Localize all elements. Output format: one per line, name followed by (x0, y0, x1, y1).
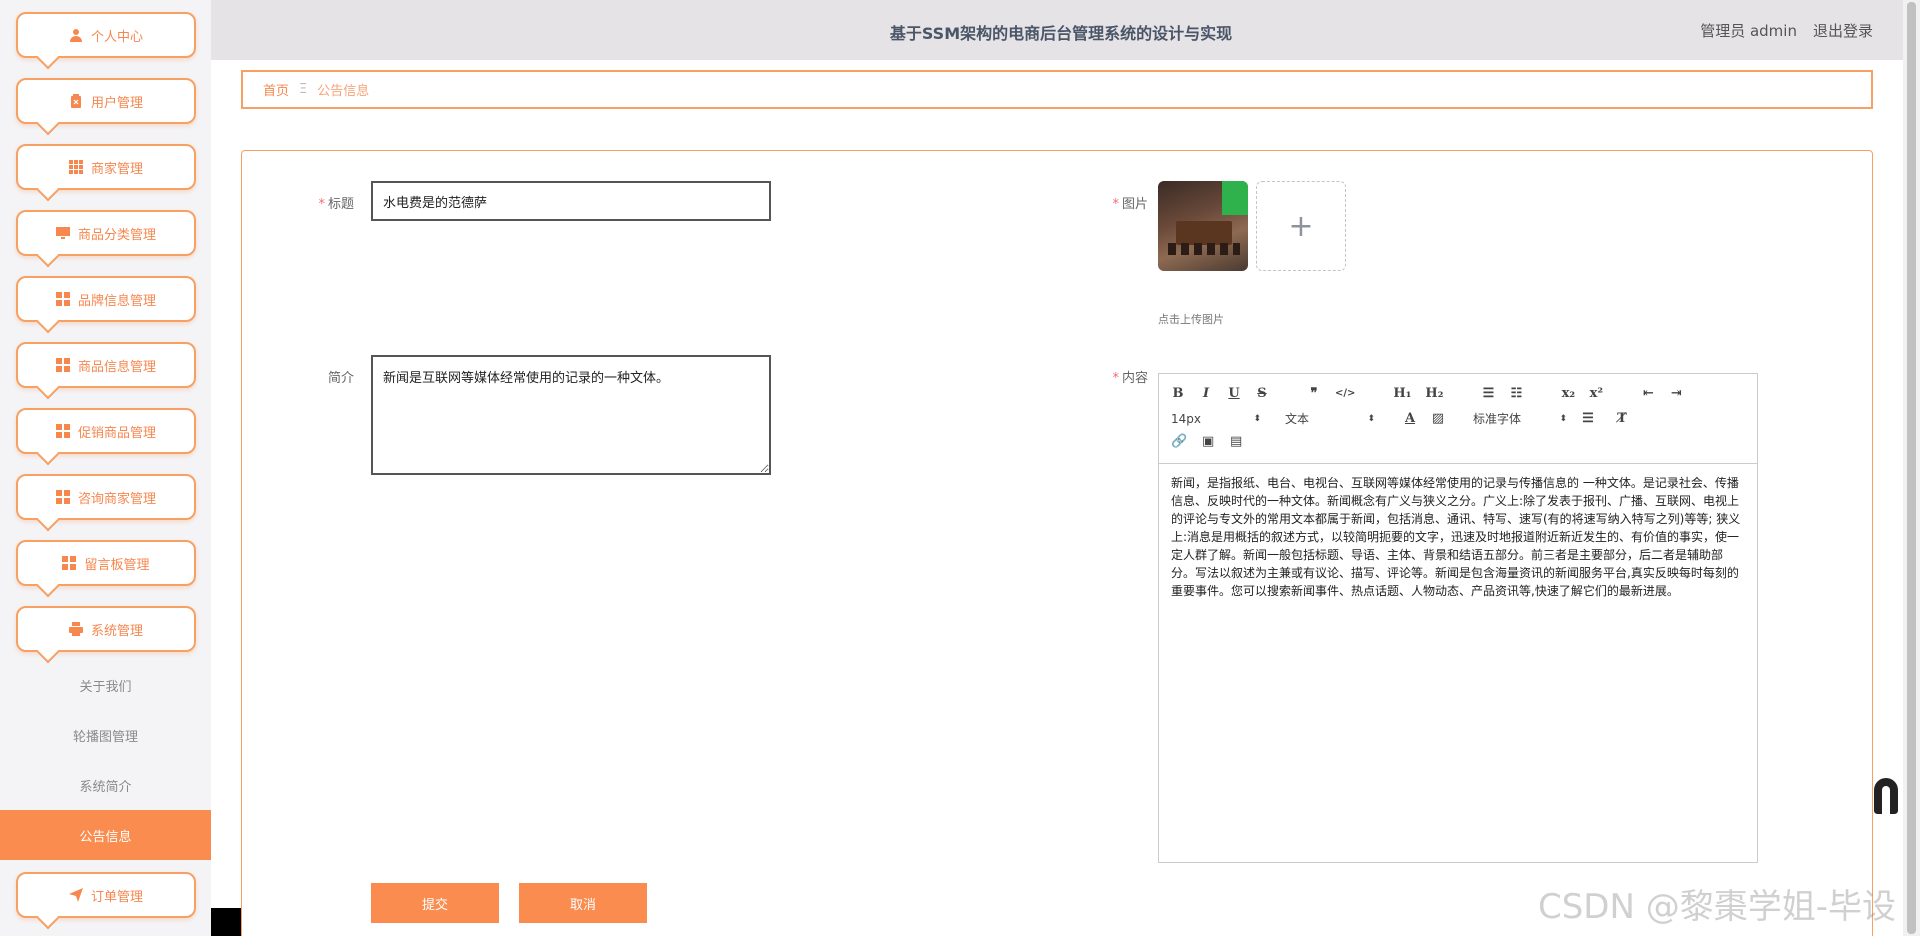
sidebar-item-label: 订单管理 (90, 889, 143, 905)
sidebar-item-label: 商品分类管理 (77, 227, 156, 243)
scrollbar-thumb[interactable] (1907, 2, 1916, 934)
header-select[interactable]: 文本 ⬍ (1285, 410, 1375, 427)
sidebar-item-product-management[interactable]: 商品信息管理 (16, 342, 196, 388)
font-family-select[interactable]: 标准字体 ⬍ (1473, 410, 1567, 427)
sidebar-item-merchant-management[interactable]: 商家管理 (16, 144, 196, 190)
bottom-left-overlay (211, 908, 241, 936)
clipboard-icon (69, 94, 83, 108)
bold-icon[interactable]: B (1171, 386, 1185, 401)
user-icon (69, 28, 83, 42)
ordered-list-icon[interactable]: ☰ (1481, 386, 1495, 401)
sidebar-subitem-announcement[interactable]: 公告信息 (0, 810, 211, 860)
grid-icon (55, 358, 70, 372)
sidebar-subitem-carousel[interactable]: 轮播图管理 (0, 710, 211, 760)
sidebar-item-label: 商品信息管理 (77, 359, 156, 375)
header2-icon[interactable]: H₂ (1425, 386, 1443, 401)
underline-icon[interactable]: U (1227, 386, 1241, 401)
italic-icon[interactable]: I (1199, 386, 1213, 401)
sidebar-subitem-system-intro[interactable]: 系统简介 (0, 760, 211, 810)
font-size-select[interactable]: 14px ⬍ (1171, 412, 1261, 426)
select-arrow-icon: ⬍ (1559, 413, 1567, 424)
printer-icon (68, 622, 83, 636)
side-floating-icon (1874, 778, 1898, 814)
sidebar-item-personal-center[interactable]: 个人中心 (16, 12, 196, 58)
header1-icon[interactable]: H₁ (1393, 386, 1411, 401)
sidebar-item-system-management[interactable]: 系统管理 (16, 606, 196, 652)
admin-name: 管理员 admin (1700, 22, 1797, 40)
sidebar-item-category-management[interactable]: 商品分类管理 (16, 210, 196, 256)
grid-icon (55, 424, 70, 438)
sidebar-item-label: 用户管理 (90, 95, 143, 111)
sidebar: 个人中心 用户管理 商家管理 商品分类管理 品牌信息管理 商品信息管理 促销商品… (0, 0, 211, 936)
link-icon[interactable]: 🔗 (1171, 434, 1187, 449)
title-input[interactable] (371, 181, 771, 221)
summary-textarea[interactable]: 新闻是互联网等媒体经常使用的记录的一种文体。 (371, 355, 771, 475)
breadcrumb-home[interactable]: 首页 (263, 80, 289, 99)
sidebar-item-label: 品牌信息管理 (77, 293, 156, 309)
image-icon[interactable]: ▣ (1201, 434, 1215, 449)
uploaded-image-thumbnail[interactable] (1158, 181, 1248, 271)
sidebar-item-order-management[interactable]: 订单管理 (16, 872, 196, 918)
background-color-icon[interactable]: ▨ (1431, 411, 1445, 426)
thumbnail-table (1176, 221, 1232, 245)
sidebar-item-label: 个人中心 (90, 29, 143, 45)
thumbnail-chairs (1168, 243, 1240, 255)
watermark: CSDN @黎棗学姐-毕设 (1537, 887, 1896, 927)
form-panel: *标题 简介 新闻是互联网等媒体经常使用的记录的一种文体。 *图片 + 点击上传… (241, 150, 1873, 936)
title-label: * 标题 (318, 197, 354, 212)
clear-format-icon[interactable]: T̸ (1615, 411, 1629, 426)
cancel-button[interactable]: 取消 (519, 883, 647, 923)
sidebar-item-label: 留言板管理 (84, 557, 150, 573)
rich-text-editor: B I U S ❞ </> H₁ H₂ ☰ ☷ x₂ x² ⇤ ⇥ 14px ⬍… (1158, 373, 1758, 863)
grid-icon (55, 490, 70, 504)
logout-link[interactable]: 退出登录 (1813, 20, 1873, 41)
strike-icon[interactable]: S (1255, 386, 1269, 401)
blockquote-icon[interactable]: ❞ (1307, 386, 1321, 401)
select-arrow-icon: ⬍ (1367, 413, 1375, 424)
select-arrow-icon: ⬍ (1253, 413, 1261, 424)
image-upload-button[interactable]: + (1256, 181, 1346, 271)
grid-icon (55, 292, 70, 306)
sidebar-item-message-board[interactable]: 留言板管理 (16, 540, 196, 586)
send-icon (68, 888, 83, 902)
sidebar-item-user-management[interactable]: 用户管理 (16, 78, 196, 124)
page-scrollbar[interactable] (1903, 0, 1920, 936)
breadcrumb: 首页 Ξ 公告信息 (241, 70, 1873, 109)
sidebar-item-brand-management[interactable]: 品牌信息管理 (16, 276, 196, 322)
thumbnail-window (1222, 181, 1248, 215)
admin-info: 管理员 admin 退出登录 (1700, 20, 1873, 41)
align-icon[interactable]: ☰ (1581, 411, 1595, 426)
outdent-icon[interactable]: ⇤ (1641, 386, 1655, 401)
text-color-icon[interactable]: A (1403, 411, 1417, 426)
monitor-icon (55, 226, 70, 240)
grid-icon (62, 556, 77, 570)
app-title: 基于SSM架构的电商后台管理系统的设计与实现 (889, 24, 1233, 43)
top-bar: 基于SSM架构的电商后台管理系统的设计与实现 管理员 admin 退出登录 (211, 0, 1903, 60)
sidebar-item-label: 咨询商家管理 (77, 491, 156, 507)
subscript-icon[interactable]: x₂ (1561, 386, 1575, 401)
sidebar-item-inquiry-management[interactable]: 咨询商家管理 (16, 474, 196, 520)
sidebar-item-label: 商家管理 (90, 161, 143, 177)
breadcrumb-separator: Ξ (299, 82, 308, 97)
submit-button[interactable]: 提交 (371, 883, 499, 923)
code-block-icon[interactable]: </> (1335, 388, 1355, 399)
superscript-icon[interactable]: x² (1589, 386, 1603, 401)
editor-toolbar: B I U S ❞ </> H₁ H₂ ☰ ☷ x₂ x² ⇤ ⇥ 14px ⬍… (1159, 374, 1757, 464)
image-label: * 图片 (1112, 197, 1148, 212)
sidebar-item-promotion-management[interactable]: 促销商品管理 (16, 408, 196, 454)
indent-icon[interactable]: ⇥ (1669, 386, 1683, 401)
video-icon[interactable]: ▤ (1229, 434, 1243, 449)
summary-label: 简介 (327, 371, 354, 386)
breadcrumb-current: 公告信息 (317, 84, 370, 99)
grid-icon (68, 160, 83, 174)
plus-icon: + (1288, 208, 1314, 244)
sidebar-item-label: 促销商品管理 (77, 425, 156, 441)
upload-hint: 点击上传图片 (1158, 313, 1224, 326)
sidebar-subitem-about-us[interactable]: 关于我们 (0, 660, 211, 710)
content-label: * 内容 (1112, 371, 1148, 386)
editor-content[interactable]: 新闻，是指报纸、电台、电视台、互联网等媒体经常使用的记录与传播信息的 一种文体。… (1171, 474, 1741, 600)
bullet-list-icon[interactable]: ☷ (1509, 386, 1523, 401)
sidebar-item-label: 系统管理 (90, 623, 143, 639)
